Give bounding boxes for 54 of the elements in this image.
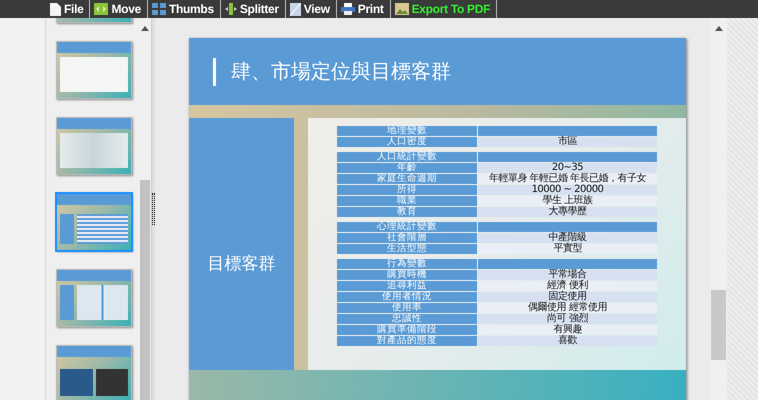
table-cell: 使用者情況 bbox=[337, 292, 477, 302]
table-heading: 地理變數 bbox=[337, 126, 477, 136]
table-cell: 使用率 bbox=[337, 303, 477, 313]
table-cell: 職業 bbox=[337, 196, 477, 206]
slide-thumbnail[interactable] bbox=[56, 193, 132, 251]
splitter-icon bbox=[224, 3, 237, 15]
table-cell: 20~35 bbox=[478, 163, 657, 173]
page-icon bbox=[290, 2, 301, 16]
scroll-up-icon[interactable] bbox=[714, 26, 722, 31]
move-icon bbox=[94, 3, 108, 15]
slide-title: 肆、市場定位與目標客群 bbox=[231, 58, 451, 85]
splitter[interactable] bbox=[151, 18, 155, 400]
table-heading: 心理統計變數 bbox=[337, 222, 477, 232]
table-cell: 中產階級 bbox=[478, 233, 657, 243]
side-label: 目標客群 bbox=[208, 252, 276, 274]
table-cell: 購買時機 bbox=[337, 270, 477, 280]
table-cell: 對產品的態度 bbox=[337, 336, 477, 346]
table-heading: 行為變數 bbox=[337, 259, 477, 269]
scroll-thumb[interactable] bbox=[711, 290, 726, 360]
scroll-thumb[interactable] bbox=[140, 180, 150, 400]
table-cell: 偶爾使用 經常使用 bbox=[478, 303, 657, 313]
table-cell: 10000 ~ 20000 bbox=[478, 185, 657, 195]
table-cell: 社會階層 bbox=[337, 233, 477, 243]
file-icon bbox=[50, 2, 61, 16]
table-cell: 尚可 強烈 bbox=[478, 314, 657, 324]
grid-icon bbox=[152, 3, 166, 15]
slide-thumbnail[interactable] bbox=[56, 269, 132, 327]
scrollbar[interactable] bbox=[710, 18, 727, 400]
slide-thumbnail[interactable] bbox=[56, 117, 132, 175]
scroll-up-icon[interactable] bbox=[141, 26, 149, 31]
table-cell: 固定使用 bbox=[478, 292, 657, 302]
table-cell: 購買準備階段 bbox=[337, 325, 477, 335]
table-cell: 生活型態 bbox=[337, 244, 477, 254]
table-cell: 喜歡 bbox=[478, 336, 657, 346]
table-cell: 追尋利益 bbox=[337, 281, 477, 291]
table-cell: 平實型 bbox=[478, 244, 657, 254]
table-cell: 教育 bbox=[337, 207, 477, 217]
slide-thumbnail[interactable] bbox=[56, 345, 132, 400]
table-cell: 年輕單身 年輕已婚 年長已婚，有子女 bbox=[478, 174, 657, 184]
image-icon bbox=[394, 3, 409, 15]
table-cell: 市區 bbox=[478, 137, 657, 147]
table-cell: 大專學歷 bbox=[478, 207, 657, 217]
table-cell: 家庭生命週期 bbox=[337, 174, 477, 184]
table-cell: 人口密度 bbox=[337, 137, 477, 147]
slide-thumbnail[interactable] bbox=[56, 41, 132, 99]
table-cell: 有興趣 bbox=[478, 325, 657, 335]
table-heading: 人口統計變數 bbox=[337, 152, 477, 162]
table-cell: 忠誠性 bbox=[337, 314, 477, 324]
printer-icon bbox=[340, 3, 355, 15]
table-cell: 所得 bbox=[337, 185, 477, 195]
table-cell: 年齡 bbox=[337, 163, 477, 173]
table-cell: 平常場合 bbox=[478, 270, 657, 280]
table-cell: 經濟 便利 bbox=[478, 281, 657, 291]
table-cell: 學生 上班族 bbox=[478, 196, 657, 206]
